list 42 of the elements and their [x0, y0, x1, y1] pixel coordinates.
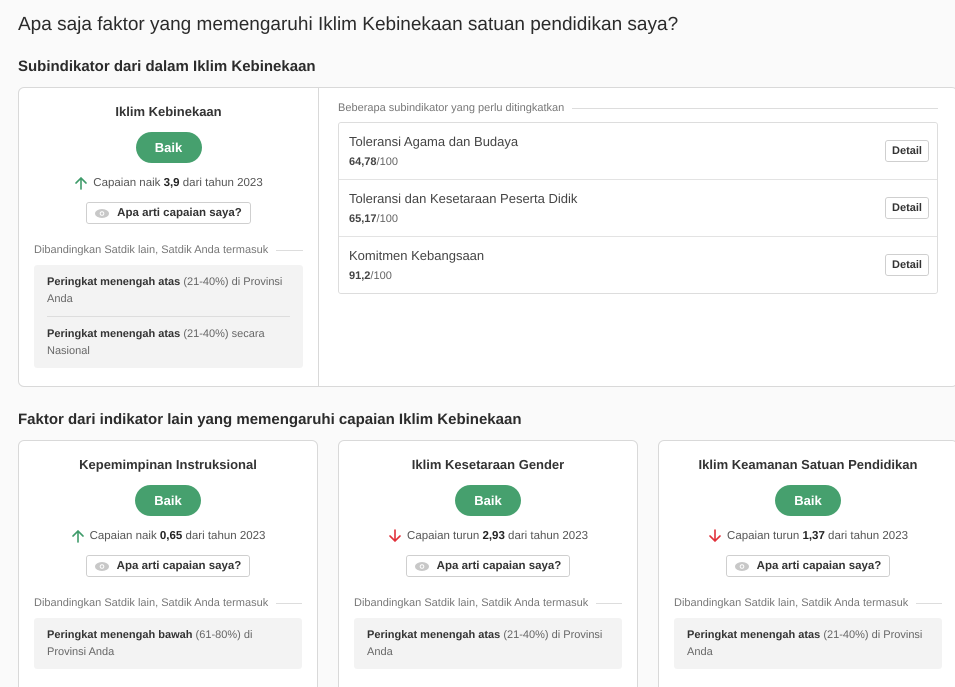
ranking-text: Peringkat menengah atas (21-40%) di Provinsi Anda	[367, 628, 604, 660]
eye-icon	[95, 208, 110, 218]
subindicator-name: Toleransi Agama dan Budaya	[349, 134, 518, 149]
detail-button[interactable]: Detail	[885, 197, 929, 219]
subindicator-name: Toleransi dan Kesetaraan Peserta Didik	[349, 191, 578, 206]
section-heading: Faktor dari indikator lain yang memengaruhi capaian Iklim Kebinekaan	[18, 411, 522, 428]
detail-button[interactable]: Detail	[885, 254, 929, 276]
indicator-title: Iklim Keamanan Satuan Pendidikan	[698, 457, 918, 472]
ranking-text: Peringkat menengah bawah (61-80%) di Provinsi Anda	[47, 628, 254, 660]
indicator-title: Iklim Kebinekaan	[115, 104, 222, 119]
change-text: Capaian naik 0,65 dari tahun 2023	[90, 530, 266, 542]
score-text: 65,17/100	[349, 213, 399, 225]
detail-button[interactable]: Detail	[885, 140, 929, 162]
change-text: Capaian turun 1,37 dari tahun 2023	[727, 530, 908, 542]
score-text: 91,2/100	[349, 270, 393, 282]
eye-icon	[414, 562, 429, 570]
change-text: Capaian turun 2,93 dari tahun 2023	[407, 530, 588, 542]
change-text: Capaian naik 3,9 dari tahun 2023	[93, 177, 263, 189]
status-badge: Baik	[135, 485, 201, 516]
status-badge: Baik	[775, 485, 841, 516]
section-heading: Subindikator dari dalam Iklim Kebinekaan	[18, 58, 317, 75]
eye-icon	[734, 562, 749, 570]
help-button[interactable]: Apa arti capaian saya?	[726, 555, 890, 577]
status-badge: Baik	[455, 485, 521, 516]
eye-icon	[94, 562, 109, 570]
indicator-title: Kepemimpinan Instruksional	[79, 457, 257, 472]
page-title: Apa saja faktor yang memengaruhi Iklim Kebinekaan satuan pendidikan saya?	[18, 14, 680, 36]
list-label: Beberapa subindikator yang perlu ditingkatkan	[338, 102, 564, 114]
help-button[interactable]: Apa arti capaian saya?	[86, 202, 251, 224]
compare-label: Dibandingkan Satdik lain, Satdik Anda termasuk	[354, 597, 588, 609]
score-text: 64,78/100	[349, 156, 399, 168]
compare-label: Dibandingkan Satdik lain, Satdik Anda termasuk	[34, 597, 268, 609]
compare-label: Dibandingkan Satdik lain, Satdik Anda termasuk	[34, 244, 268, 256]
subindicator-name: Komitmen Kebangsaan	[349, 248, 484, 263]
compare-label: Dibandingkan Satdik lain, Satdik Anda termasuk	[674, 597, 908, 609]
help-button[interactable]: Apa arti capaian saya?	[86, 555, 250, 577]
indicator-title: Iklim Kesetaraan Gender	[412, 457, 564, 472]
help-button[interactable]: Apa arti capaian saya?	[406, 555, 570, 577]
ranking-text: Peringkat menengah atas (21-40%) di Provinsi Anda	[687, 628, 924, 660]
status-badge: Baik	[136, 132, 202, 163]
ranking-text: Peringkat menengah atas (21-40%) di Provinsi Anda	[47, 265, 290, 317]
ranking-text: Peringkat menengah atas (21-40%) secara Nasional	[47, 327, 266, 359]
